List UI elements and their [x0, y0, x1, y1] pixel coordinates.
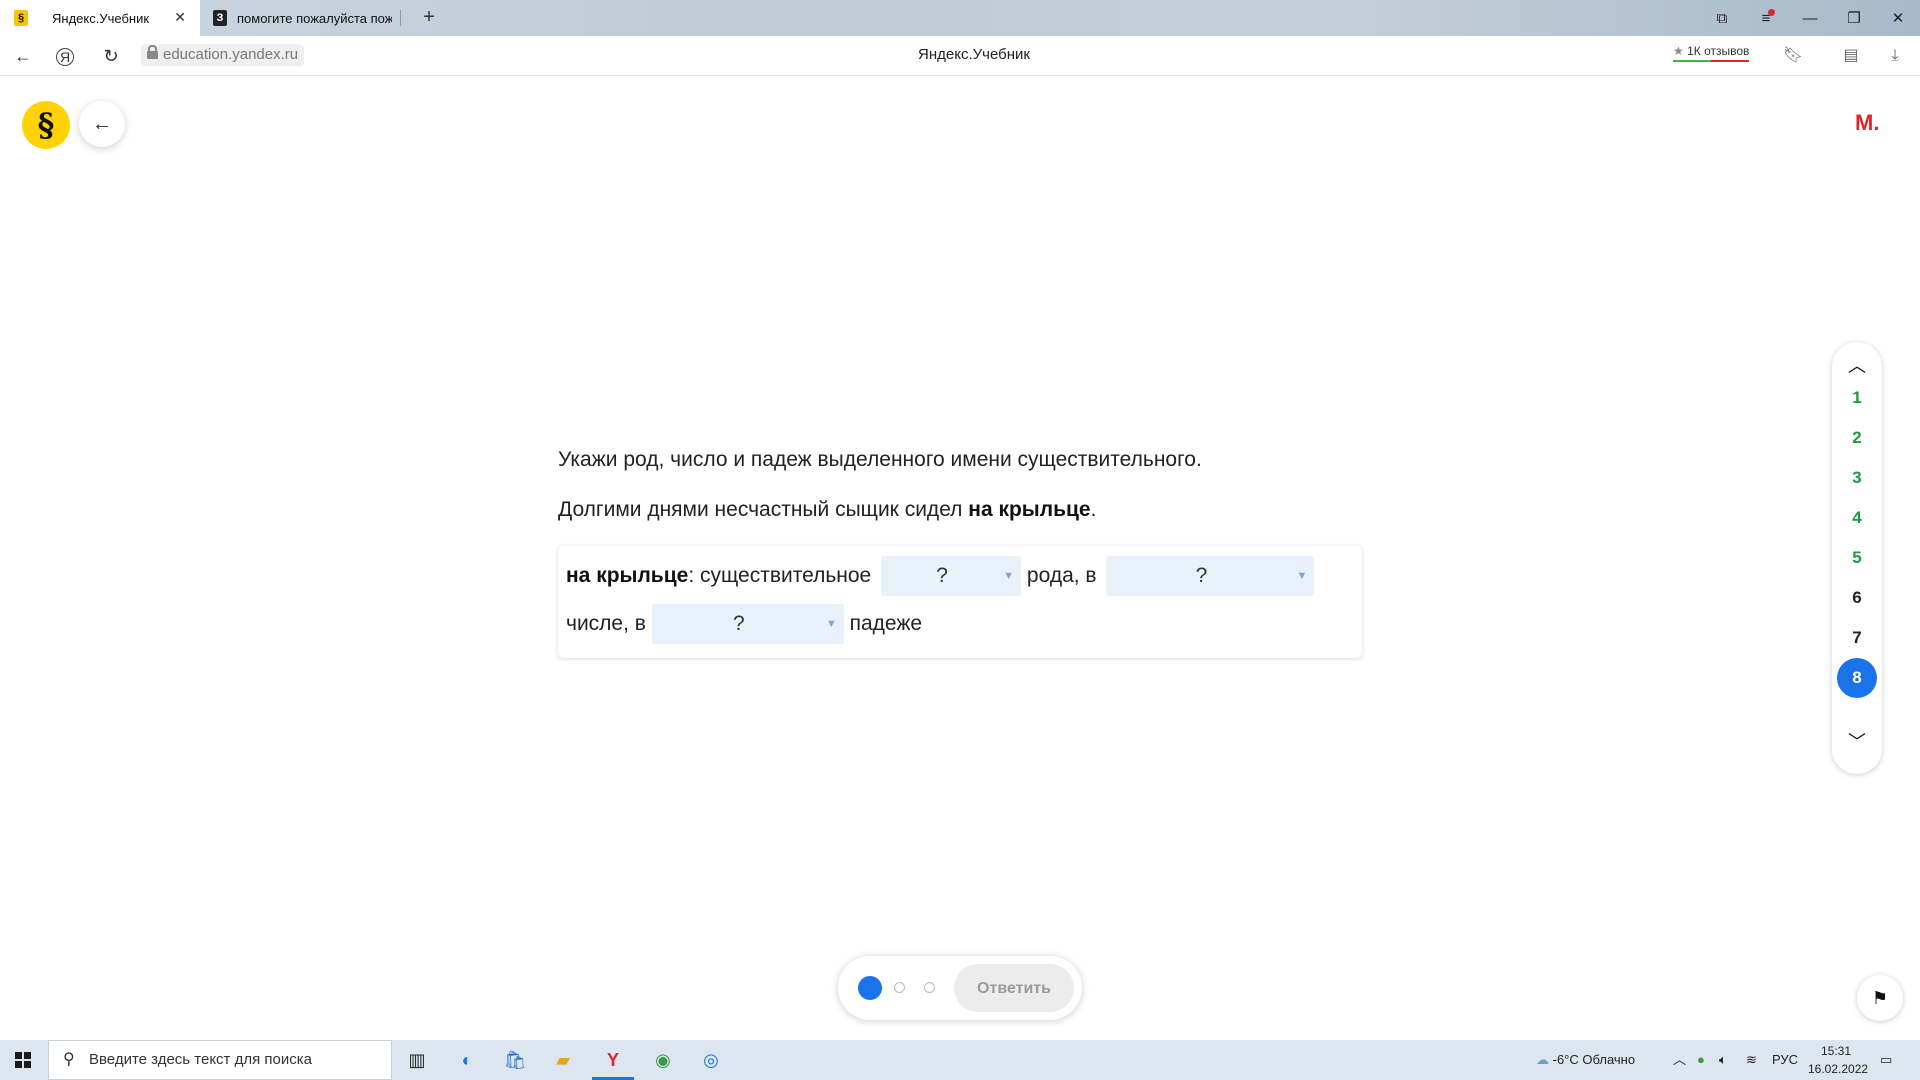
gender-select[interactable]: ? ▼	[881, 556, 1022, 596]
answer-controls: Ответить	[838, 956, 1082, 1020]
submit-answer-button[interactable]: Ответить	[954, 964, 1074, 1012]
question-7[interactable]: 7	[1837, 618, 1877, 658]
tab-divider	[400, 10, 401, 26]
question-3[interactable]: 3	[1837, 458, 1877, 498]
menu-icon[interactable]: ≡	[1744, 0, 1788, 36]
tab-yandex-uchebnik[interactable]: § Яндекс.Учебник ✕	[0, 0, 200, 36]
task-instruction: Укажи род, число и падеж выделенного име…	[558, 448, 1202, 471]
start-button[interactable]	[0, 1040, 46, 1080]
dropdown-caret-icon: ▼	[1003, 570, 1015, 582]
search-placeholder: Введите здесь текст для поиска	[89, 1051, 312, 1068]
tab-label: Яндекс.Учебник	[52, 10, 150, 26]
clock-time: 15:31	[1820, 1044, 1852, 1058]
yandex-uchebnik-favicon: §	[14, 10, 28, 26]
flag-icon: ⚑	[1871, 987, 1889, 1008]
wifi-icon[interactable]: ≋	[1746, 1040, 1757, 1080]
search-icon: ⚲	[63, 1051, 75, 1068]
select-value: ?	[732, 612, 745, 635]
answer-noun: на крыльце	[566, 564, 689, 587]
clock-date: 16.02.2022	[1808, 1062, 1869, 1076]
weather-widget[interactable]: ☁︎ -6°C Облачно	[1536, 1040, 1635, 1080]
select-value: ?	[1195, 564, 1208, 587]
question-4[interactable]: 4	[1837, 498, 1877, 538]
restore-icon[interactable]: ❐	[1832, 0, 1876, 36]
notifications-icon[interactable]: ▭	[1880, 1040, 1892, 1080]
windows-logo-icon	[15, 1052, 31, 1068]
select-value: ?	[936, 564, 948, 587]
question-8-current[interactable]: 8	[1837, 658, 1877, 698]
taskbar-search[interactable]: ⚲ Введите здесь текст для поиска	[48, 1040, 392, 1080]
tab-label: помогите пожалуйста пож	[237, 10, 392, 26]
weather-text: -6°C Облачно	[1552, 1052, 1636, 1067]
case-select[interactable]: ? ▼	[651, 604, 844, 644]
task-view-icon[interactable]: ▥	[402, 1045, 432, 1075]
question-navigator: ︿ 1 2 3 4 5 6 7 8 ﹀	[1832, 342, 1882, 774]
question-5[interactable]: 5	[1837, 538, 1877, 578]
notification-dot	[1768, 9, 1775, 16]
browser-tab-bar: § Яндекс.Учебник ✕ З помогите пожалуйста…	[0, 0, 1920, 36]
dropdown-caret-icon: ▼	[825, 618, 837, 630]
number-select[interactable]: ? ▼	[1106, 556, 1315, 596]
chevron-down-icon[interactable]: ﹀	[1832, 728, 1882, 754]
app-icon[interactable]: ◉	[648, 1045, 678, 1075]
question-2[interactable]: 2	[1837, 418, 1877, 458]
task-card: Укажи род, число и падеж выделенного име…	[558, 440, 1362, 658]
language-indicator[interactable]: РУС	[1772, 1040, 1798, 1080]
report-button[interactable]: ⚑	[1857, 975, 1903, 1021]
tab-znanija[interactable]: З помогите пожалуйста пож	[205, 0, 395, 36]
window-controls: ⧉ ≡ — ❐ ✕	[1700, 0, 1920, 36]
attempt-indicator-active	[858, 976, 882, 1000]
close-tab-icon[interactable]: ✕	[174, 9, 186, 26]
task-sentence: Долгими днями несчастный сыщик сидел на …	[558, 490, 1362, 530]
answer-line-1: на крыльце: существительное ? ▼ рода, в ?…	[566, 556, 1315, 596]
znanija-favicon: З	[213, 10, 227, 26]
app-icon[interactable]: ◎	[696, 1045, 726, 1075]
answer-line-2: числе, в ? ▼ падеже	[566, 604, 922, 644]
question-1[interactable]: 1	[1837, 378, 1877, 418]
highlighted-noun: на крыльце	[968, 498, 1091, 521]
arrow-left-icon: ←	[92, 112, 112, 135]
question-6[interactable]: 6	[1837, 578, 1877, 618]
page-title: Яндекс.Учебник	[918, 46, 1030, 63]
new-tab-icon[interactable]: +	[418, 6, 440, 28]
back-button[interactable]: ←	[79, 101, 125, 147]
cloud-icon: ☁︎	[1536, 1052, 1553, 1067]
dropdown-caret-icon: ▼	[1296, 570, 1308, 582]
windows-taskbar: ⚲ Введите здесь текст для поиска ▥ ◐ 🛍︎ …	[0, 1040, 1920, 1080]
attempt-indicator	[924, 982, 935, 993]
answer-box: на крыльце: существительное ? ▼ рода, в ?…	[558, 546, 1362, 658]
collections-folder-icon[interactable]: ▤	[1840, 45, 1862, 67]
clock[interactable]: 15:31 16.02.2022	[1808, 1042, 1869, 1078]
answer-text-1: : существительное	[688, 564, 872, 587]
sentence-start: Долгими днями несчастный сыщик сидел	[558, 498, 969, 521]
minimize-icon[interactable]: —	[1788, 0, 1832, 36]
yandex-browser-icon[interactable]: Y	[598, 1045, 628, 1075]
answer-text-2: рода, в	[1026, 564, 1097, 587]
answer-text-3: числе, в	[566, 612, 646, 635]
store-icon[interactable]: 🛍︎	[500, 1045, 530, 1075]
edge-icon[interactable]: ◐	[452, 1045, 482, 1075]
reviews-label: 1К отзывов	[1687, 44, 1750, 58]
bookmark-icon[interactable]: 🔖︎	[1782, 45, 1804, 67]
reviews-badge[interactable]: ★ 1К отзывов	[1673, 44, 1750, 62]
close-window-icon[interactable]: ✕	[1876, 0, 1920, 36]
volume-icon[interactable]: 🔈︎	[1719, 1040, 1727, 1080]
answer-text-4: падеже	[849, 612, 923, 635]
address-bar: ← Я ↻ education.yandex.ru Яндекс.Учебник…	[0, 36, 1920, 76]
user-avatar[interactable]: М.	[1855, 110, 1879, 136]
file-explorer-icon[interactable]: ▰	[548, 1045, 578, 1075]
sentence-end: .	[1090, 498, 1097, 521]
attempt-indicator	[894, 982, 905, 993]
collections-icon[interactable]: ⧉	[1700, 0, 1744, 36]
chevron-up-icon[interactable]: ︿	[1832, 352, 1882, 378]
tray-chevron-icon[interactable]: ︿	[1673, 1040, 1686, 1080]
star-icon: ★	[1673, 44, 1684, 58]
tray-app-icon[interactable]: ●	[1697, 1040, 1705, 1080]
yandex-uchebnik-logo[interactable]: §	[22, 101, 70, 149]
download-icon[interactable]: ⤓	[1884, 45, 1906, 67]
